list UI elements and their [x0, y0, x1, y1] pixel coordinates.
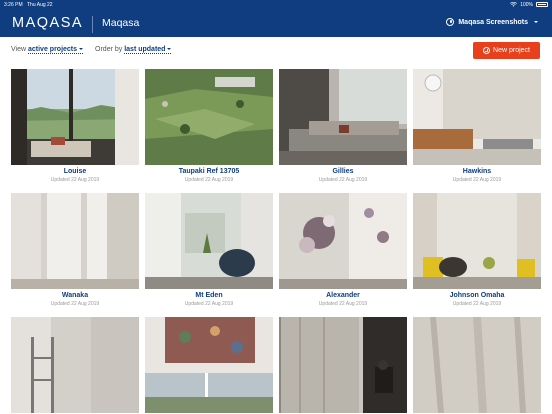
- project-card[interactable]: Gillies Updated 22 Aug 2019: [279, 69, 407, 183]
- project-thumbnail: [413, 317, 541, 413]
- view-label: View: [11, 46, 27, 53]
- page-title: Maqasa: [102, 17, 140, 29]
- project-thumbnail: [413, 193, 541, 289]
- project-card[interactable]: [11, 317, 139, 414]
- battery-percent: 100%: [520, 1, 533, 8]
- project-thumbnail: [279, 69, 407, 165]
- order-label: Order by: [95, 46, 123, 53]
- status-bar: 3:26 PM Thu Aug 22 100%: [0, 0, 552, 9]
- chevron-down-icon: [79, 48, 84, 51]
- chevron-down-icon: [534, 21, 538, 23]
- project-card[interactable]: Mt Eden Updated 22 Aug 2019: [145, 193, 273, 307]
- project-card[interactable]: Hawkins Updated 22 Aug 2019: [413, 69, 541, 183]
- project-card[interactable]: Johnson Omaha Updated 22 Aug 2019: [413, 193, 541, 307]
- project-updated: Updated 22 Aug 2019: [50, 301, 100, 307]
- project-updated: Updated 22 Aug 2019: [50, 177, 100, 183]
- new-project-button[interactable]: New project: [473, 42, 540, 59]
- project-name: Wanaka: [61, 292, 89, 299]
- project-card[interactable]: Taupaki Ref 13705 Updated 22 Aug 2019: [145, 69, 273, 183]
- project-thumbnail: [145, 317, 273, 413]
- status-time: 3:26 PM: [4, 1, 23, 8]
- project-thumbnail: [279, 193, 407, 289]
- order-filter[interactable]: Order by last updated: [95, 46, 172, 54]
- maqasa-logo[interactable]: MAQASA: [12, 15, 83, 31]
- account-menu[interactable]: Maqasa Screenshots: [446, 18, 538, 26]
- project-updated: Updated 22 Aug 2019: [452, 177, 502, 183]
- project-updated: Updated 22 Aug 2019: [184, 177, 234, 183]
- project-name: Hawkins: [462, 168, 492, 175]
- project-name: Louise: [63, 168, 87, 175]
- project-card[interactable]: Louise Updated 22 Aug 2019: [11, 69, 139, 183]
- project-name: Alexander: [326, 292, 360, 299]
- view-filter[interactable]: View active projects: [11, 46, 84, 54]
- filter-toolbar: View active projects Order by last updat…: [11, 46, 172, 54]
- app-header: 3:26 PM Thu Aug 22 100% MAQASA Maqasa Ma…: [0, 0, 552, 37]
- project-thumbnail: [11, 193, 139, 289]
- plus-circle-icon: [483, 47, 491, 54]
- status-right: 100%: [510, 2, 548, 8]
- project-card[interactable]: [145, 317, 273, 414]
- project-thumbnail: [11, 69, 139, 165]
- chevron-down-icon: [167, 48, 172, 51]
- project-updated: Updated 22 Aug 2019: [184, 301, 234, 307]
- order-select[interactable]: last updated: [124, 46, 172, 54]
- status-date: Thu Aug 22: [27, 1, 53, 8]
- view-select[interactable]: active projects: [28, 46, 84, 54]
- project-updated: Updated 22 Aug 2019: [318, 177, 368, 183]
- header-divider: [92, 16, 93, 33]
- project-name: Johnson Omaha: [449, 292, 505, 299]
- project-thumbnail: [145, 193, 273, 289]
- project-updated: Updated 22 Aug 2019: [452, 301, 502, 307]
- account-name: Maqasa Screenshots: [458, 18, 528, 26]
- project-card[interactable]: [413, 317, 541, 414]
- user-icon: [446, 18, 455, 26]
- project-thumbnail: [279, 317, 407, 413]
- project-card[interactable]: Wanaka Updated 22 Aug 2019: [11, 193, 139, 307]
- project-name: Mt Eden: [195, 292, 223, 299]
- project-thumbnail: [413, 69, 541, 165]
- battery-icon: [536, 2, 548, 7]
- project-thumbnail: [11, 317, 139, 413]
- project-name: Taupaki Ref 13705: [178, 168, 240, 175]
- wifi-icon: [510, 2, 518, 7]
- project-card[interactable]: Alexander Updated 22 Aug 2019: [279, 193, 407, 307]
- project-card[interactable]: [279, 317, 407, 414]
- project-name: Gillies: [332, 168, 354, 175]
- project-thumbnail: [145, 69, 273, 165]
- new-project-label: New project: [493, 47, 530, 54]
- project-updated: Updated 22 Aug 2019: [318, 301, 368, 307]
